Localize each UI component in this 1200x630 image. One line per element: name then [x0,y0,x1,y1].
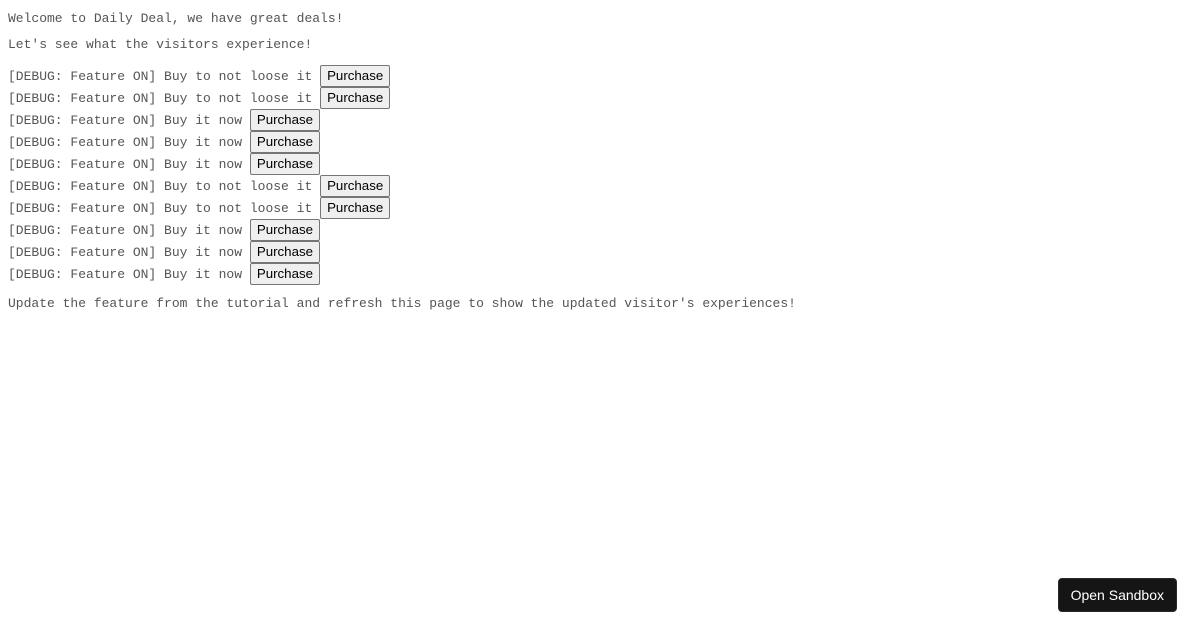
deal-row: [DEBUG: Feature ON] Buy it now Purchase [8,109,390,131]
purchase-button[interactable]: Purchase [249,131,321,153]
welcome-text: Welcome to Daily Deal, we have great dea… [8,11,344,26]
deal-label: [DEBUG: Feature ON] Buy it now [8,112,250,128]
deal-row: [DEBUG: Feature ON] Buy it now Purchase [8,263,390,285]
purchase-button[interactable]: Purchase [249,153,321,175]
deal-label: [DEBUG: Feature ON] Buy it now [8,222,250,238]
deal-row: [DEBUG: Feature ON] Buy it now Purchase [8,219,390,241]
deal-list: [DEBUG: Feature ON] Buy to not loose it … [8,65,391,285]
deal-row: [DEBUG: Feature ON] Buy it now Purchase [8,241,390,263]
deal-row: [DEBUG: Feature ON] Buy it now Purchase [8,153,390,175]
deal-row: [DEBUG: Feature ON] Buy to not loose it … [8,197,391,219]
purchase-button[interactable]: Purchase [320,197,391,219]
open-sandbox-button[interactable]: Open Sandbox [1057,578,1177,612]
purchase-button[interactable]: Purchase [249,241,321,263]
footer-note: Update the feature from the tutorial and… [8,296,796,311]
purchase-button[interactable]: Purchase [249,219,321,241]
deal-label: [DEBUG: Feature ON] Buy it now [8,244,250,260]
deal-label: [DEBUG: Feature ON] Buy to not loose it [8,68,321,84]
deal-label: [DEBUG: Feature ON] Buy to not loose it [8,90,321,106]
purchase-button[interactable]: Purchase [249,263,321,285]
deal-row: [DEBUG: Feature ON] Buy to not loose it … [8,65,391,87]
subtitle-text: Let's see what the visitors experience! [8,37,313,52]
deal-row: [DEBUG: Feature ON] Buy it now Purchase [8,131,390,153]
deal-row: [DEBUG: Feature ON] Buy to not loose it … [8,175,391,197]
deal-label: [DEBUG: Feature ON] Buy to not loose it [8,178,321,194]
deal-row: [DEBUG: Feature ON] Buy to not loose it … [8,87,391,109]
purchase-button[interactable]: Purchase [320,65,391,87]
deal-label: [DEBUG: Feature ON] Buy it now [8,156,250,172]
deal-label: [DEBUG: Feature ON] Buy it now [8,134,250,150]
deal-label: [DEBUG: Feature ON] Buy it now [8,266,250,282]
purchase-button[interactable]: Purchase [249,109,321,131]
purchase-button[interactable]: Purchase [320,87,391,109]
deal-label: [DEBUG: Feature ON] Buy to not loose it [8,200,321,216]
purchase-button[interactable]: Purchase [320,175,391,197]
